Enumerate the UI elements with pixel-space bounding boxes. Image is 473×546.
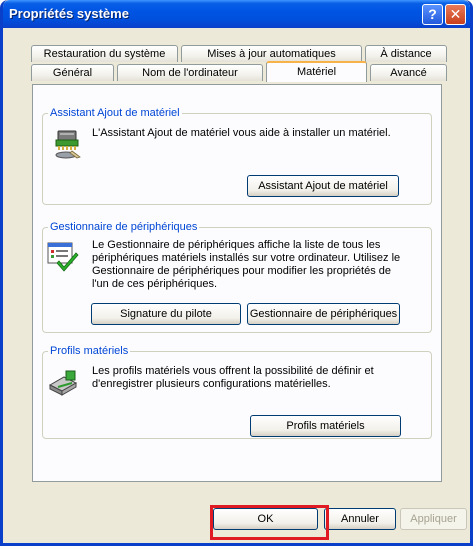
tab-a-distance[interactable]: À distance: [365, 45, 447, 62]
window-title: Propriétés système: [9, 6, 129, 21]
tab-general[interactable]: Général: [31, 64, 114, 81]
tab-mises-a-jour[interactable]: Mises à jour automatiques: [181, 45, 362, 62]
device-manager-icon: [45, 239, 79, 273]
tab-materiel[interactable]: Matériel: [266, 61, 367, 82]
cancel-button[interactable]: Annuler: [324, 508, 396, 530]
gestionnaire-description-line-4: l'un de ces périphériques.: [92, 278, 218, 290]
hardware-profiles-icon: [46, 367, 80, 401]
profils-description-line-1: Les profils matériels vous offrent la po…: [92, 365, 374, 377]
tab-nom-ordinateur[interactable]: Nom de l'ordinateur: [117, 64, 263, 81]
group-profils-title: Profils matériels: [50, 345, 129, 357]
tab-restauration-systeme[interactable]: Restauration du système: [31, 45, 178, 62]
gestionnaire-description-line-1: Le Gestionnaire de périphériques affiche…: [92, 239, 381, 251]
assistant-description: L'Assistant Ajout de matériel vous aide …: [92, 127, 391, 139]
group-assistant-title: Assistant Ajout de matériel: [50, 107, 180, 119]
gestionnaire-description: Le Gestionnaire de périphériques affiche…: [92, 239, 422, 291]
tab-panel-materiel: Assistant Ajout de matériel L'Assistant …: [32, 84, 442, 482]
device-manager-button[interactable]: Gestionnaire de périphériques: [247, 303, 400, 325]
system-properties-window: Propriétés système ? ✕ Restauration du s…: [0, 0, 473, 546]
help-icon: ?: [428, 6, 437, 22]
ok-button-highlight: [210, 505, 329, 540]
tab-row-back: Restauration du système Mises à jour aut…: [31, 45, 451, 62]
gestionnaire-description-line-2: périphériques matériels installés sur vo…: [92, 252, 401, 264]
tab-avance[interactable]: Avancé: [370, 64, 447, 81]
apply-button[interactable]: Appliquer: [400, 508, 467, 530]
hardware-profiles-button[interactable]: Profils matériels: [250, 415, 401, 437]
profils-description-line-2: d'enregistrer plusieurs configurations m…: [92, 378, 331, 390]
gestionnaire-description-line-3: Gestionnaire de périphériques pour modif…: [92, 265, 392, 277]
profils-description: Les profils matériels vous offrent la po…: [92, 365, 422, 391]
help-button[interactable]: ?: [422, 4, 443, 25]
tab-row-front: Général Nom de l'ordinateur Matériel Ava…: [31, 61, 451, 82]
group-gestionnaire-title: Gestionnaire de périphériques: [50, 221, 198, 233]
driver-signing-button[interactable]: Signature du pilote: [91, 303, 241, 325]
title-bar[interactable]: Propriétés système ? ✕: [3, 0, 470, 28]
close-button[interactable]: ✕: [445, 4, 466, 25]
close-icon: ✕: [449, 6, 462, 22]
add-hardware-wizard-button[interactable]: Assistant Ajout de matériel: [247, 175, 399, 197]
add-hardware-wizard-icon: [50, 127, 84, 161]
